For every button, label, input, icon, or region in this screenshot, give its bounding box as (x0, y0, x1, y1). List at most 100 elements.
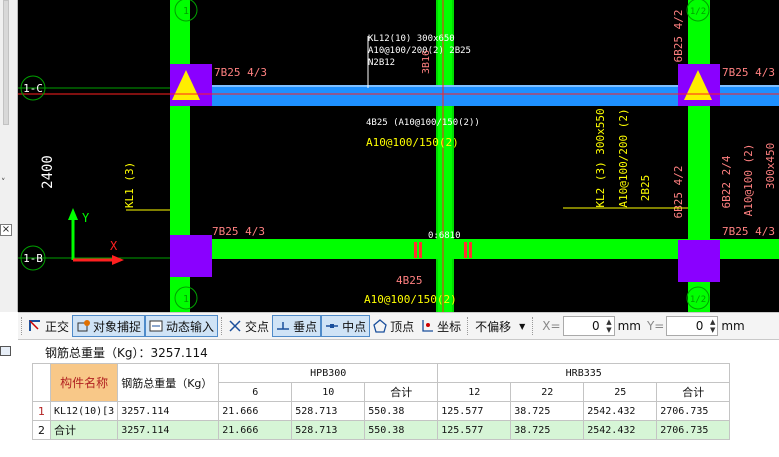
column-header-total[interactable]: 钢筋总重量（Kg） (117, 363, 220, 402)
midpoint-icon (325, 319, 339, 333)
cell-value[interactable]: 2706.735 (656, 401, 731, 421)
right-size-label: 300x450 (764, 143, 777, 189)
cell-value[interactable]: 38.725 (510, 420, 585, 440)
rebar-label-top-right: 7B25 4/3 (722, 66, 775, 79)
offset-mode-select[interactable]: 不偏移 ▼ (471, 315, 529, 337)
cell-value[interactable]: 528.713 (291, 420, 366, 440)
axis-label-b: 1-B (23, 252, 43, 265)
rebar-label-bottom-left: 7B25 4/3 (212, 225, 265, 238)
rebar-mark (414, 242, 417, 258)
intersection-icon (228, 319, 242, 333)
cell-value[interactable]: 528.713 (291, 401, 366, 421)
table-row[interactable]: 2 合计 3257.114 21.666 528.713 550.38 125.… (32, 420, 731, 440)
column-header-hrb-subtotal[interactable]: 合计 (656, 382, 731, 402)
midpoint-snap[interactable]: 中点 (321, 315, 371, 337)
offset-mode-value: 不偏移 (475, 319, 512, 334)
cell-value[interactable]: 2542.432 (583, 420, 658, 440)
dynamic-input-icon (149, 319, 163, 333)
beam-stirrup-label: A10@100/150(2) (366, 136, 459, 149)
axis-circle-right-text: 1/2 (690, 7, 706, 17)
vertex-label: 顶点 (390, 319, 415, 334)
y-coordinate-value: 0 (695, 319, 704, 333)
beam-note-line-1: KL12(10) 300x650 (368, 34, 455, 44)
object-snap-label: 对象捕捉 (93, 319, 142, 334)
toolbar-separator (532, 317, 534, 335)
coordinate-snap[interactable]: 坐标 (417, 315, 464, 337)
x-coordinate-input[interactable]: 0 ▲ ▼ (562, 316, 615, 336)
toolbar-separator (21, 317, 22, 335)
cell-value[interactable]: 125.577 (437, 401, 512, 421)
dynamic-input-label: 动态输入 (166, 319, 215, 334)
rebar-label-bottom-right: 7B25 4/3 (722, 225, 775, 238)
row-number-header (32, 363, 51, 402)
cell-value[interactable]: 2706.735 (656, 420, 731, 440)
cell-total[interactable]: 3257.114 (117, 401, 220, 421)
perpendicular-label: 垂点 (293, 319, 318, 334)
beam-note-line-3: N2B12 (368, 58, 395, 68)
cell-value[interactable]: 550.38 (364, 401, 439, 421)
rebar-summary-header: 钢筋总重量（Kg）：3257.114 (18, 341, 779, 363)
axis-circle-bottom-text: 1 (183, 294, 189, 305)
table-icon (0, 346, 11, 356)
cell-value[interactable]: 21.666 (218, 420, 293, 440)
cell-value[interactable]: 2542.432 (583, 401, 658, 421)
drawing-canvas[interactable]: 1-C 1-B 1 1 1/2 1/2 2400 KL12(10) 300x65… (18, 0, 779, 312)
left-panel-strip (0, 0, 18, 312)
chevron-down-icon[interactable]: ˅ (1, 178, 6, 188)
column-header-12[interactable]: 12 (437, 382, 512, 402)
axis-label-c: 1-C (23, 82, 43, 95)
y-coordinate-input[interactable]: 0 ▲ ▼ (666, 316, 719, 336)
column-header-10[interactable]: 10 (291, 382, 366, 402)
beam-note-line-2: A10@100/200(2) 2B25 (368, 46, 471, 56)
midpoint-label: 中点 (342, 319, 367, 334)
column-block-br[interactable] (678, 240, 720, 282)
toolbar-separator (467, 317, 469, 335)
rebar-mark (464, 242, 467, 258)
column-header-hpb-subtotal[interactable]: 合计 (364, 382, 439, 402)
cell-value[interactable]: 125.577 (437, 420, 512, 440)
beam-bottom-rebar-label: 4B25 (A10@100/150(2)) (366, 118, 480, 128)
vertex-icon (373, 319, 387, 333)
group-header-hpb300: HPB300 (218, 363, 439, 383)
kl1-label: KL1 (3) (123, 162, 136, 208)
cell-name[interactable]: KL12(10)[3 (49, 401, 119, 421)
kl2-stirrup-label: A10@100/200 (2) (617, 108, 630, 207)
rebar-weight-table: 构件名称 钢筋总重量（Kg） HPB300 HRB335 6 10 合计 12 … (32, 363, 731, 440)
object-snap-toggle[interactable]: 对象捕捉 (72, 315, 146, 337)
ortho-toggle[interactable]: 正交 (25, 315, 72, 337)
spinner-icon[interactable]: ▲ ▼ (710, 318, 715, 334)
kl2-label: KL2 (3) 300x550 (594, 108, 607, 207)
right-stirrup-label: A10@100 (2) (742, 144, 755, 217)
cell-value[interactable]: 21.666 (218, 401, 293, 421)
column-block-bl[interactable] (170, 235, 212, 277)
vertex-snap[interactable]: 顶点 (370, 315, 417, 337)
dropdown-arrow-icon: ▼ (519, 321, 526, 331)
cell-value[interactable]: 38.725 (510, 401, 585, 421)
dynamic-input-toggle[interactable]: 动态输入 (145, 315, 219, 337)
spinner-icon[interactable]: ▲ ▼ (606, 318, 611, 334)
cell-value[interactable]: 550.38 (364, 420, 439, 440)
axis-circle-top-text: 1 (183, 6, 189, 17)
rebar-label-top-left: 7B25 4/3 (214, 66, 267, 79)
col-right-mid-label: 6B25 4/2 (672, 166, 685, 219)
cell-name[interactable]: 合计 (49, 420, 119, 440)
left-scrollbar[interactable] (3, 0, 9, 125)
intersection-snap[interactable]: 交点 (225, 315, 272, 337)
table-row[interactable]: 1 KL12(10)[3 3257.114 21.666 528.713 550… (32, 401, 731, 421)
coordinate-icon (420, 319, 434, 333)
column-header-25[interactable]: 25 (583, 382, 658, 402)
cell-total[interactable]: 3257.114 (117, 420, 220, 440)
rebar-mark (419, 242, 422, 258)
y-unit: mm (721, 319, 745, 333)
lower-dim-label: 0:6810 (428, 231, 461, 241)
column-header-22[interactable]: 22 (510, 382, 585, 402)
column-header-6[interactable]: 6 (218, 382, 293, 402)
column-header-name[interactable]: 构件名称 (49, 363, 119, 402)
axis-circle-right-bottom-text: 1/2 (690, 295, 706, 305)
ucs-y-arrow (68, 208, 78, 220)
close-icon[interactable]: × (0, 224, 12, 236)
perpendicular-snap[interactable]: 垂点 (272, 315, 322, 337)
x-coordinate-value: 0 (591, 319, 600, 333)
status-toolbar: 正交 对象捕捉 动态输入 交点 垂点 中点 顶点 坐标 不偏移 ▼ X= 0 ▲… (18, 312, 779, 340)
dimension-label: 2400 (40, 155, 56, 189)
